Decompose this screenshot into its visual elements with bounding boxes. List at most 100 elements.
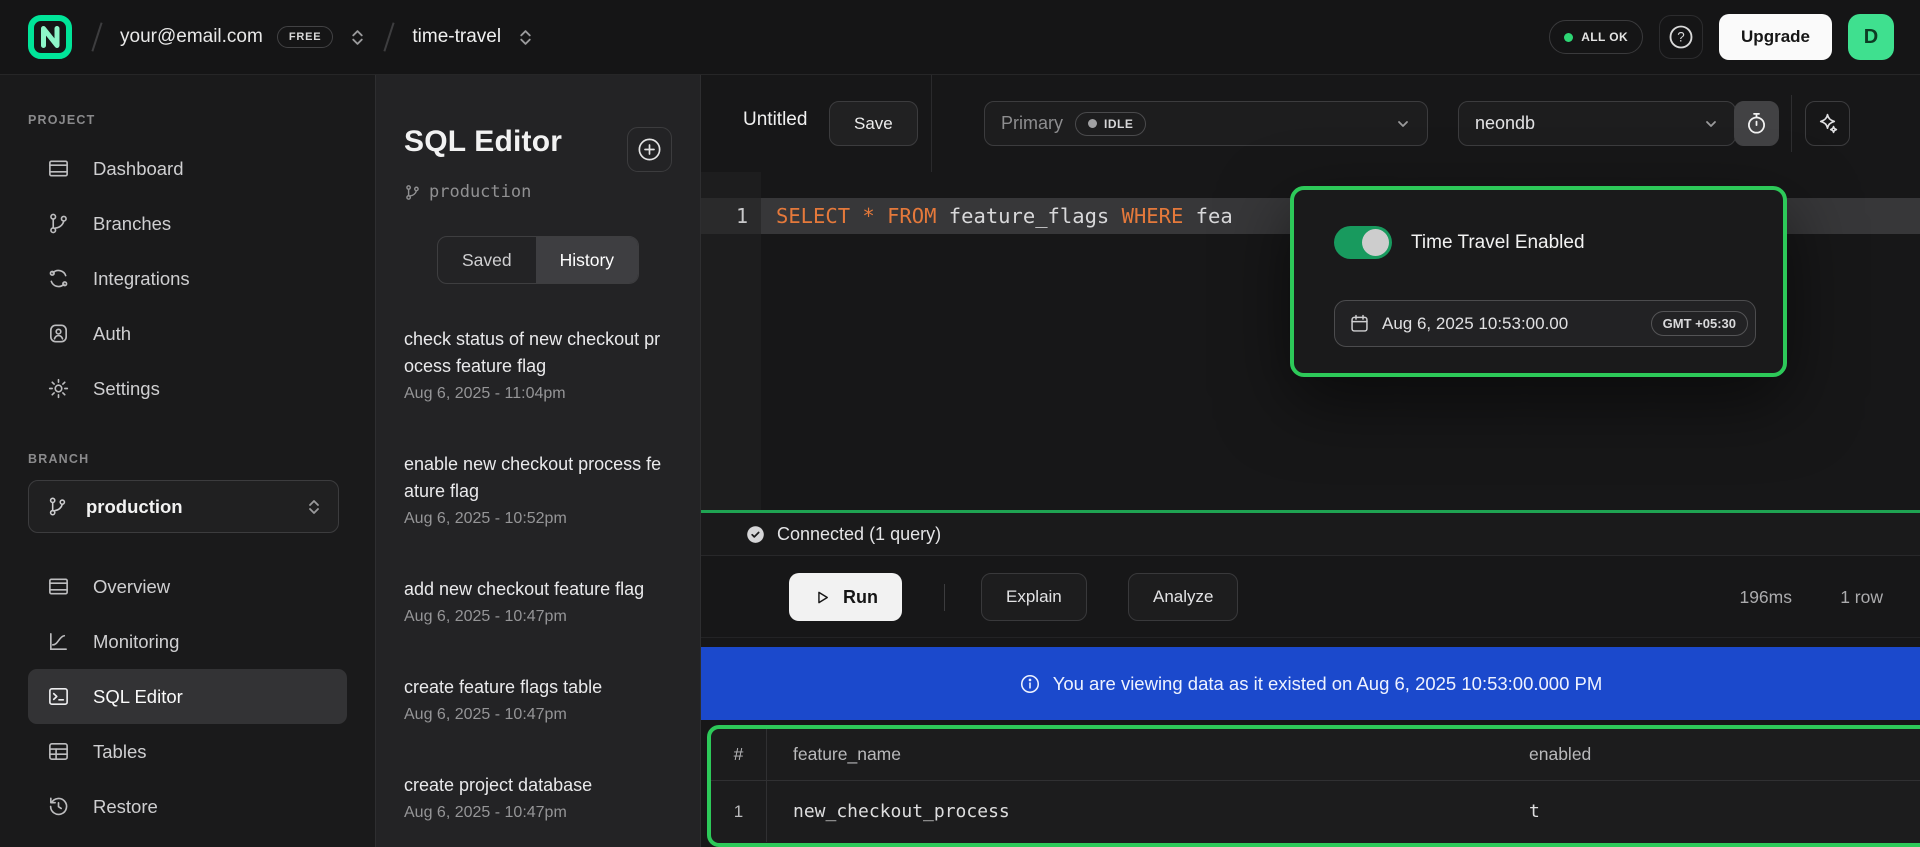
branch-icon — [47, 496, 68, 517]
chevron-down-icon — [1703, 116, 1719, 132]
neon-logo-icon[interactable] — [26, 13, 74, 61]
branch-selector[interactable]: production — [28, 480, 339, 533]
sql-token: * — [862, 204, 874, 228]
integrations-icon — [47, 267, 70, 290]
sidebar-item-dashboard[interactable]: Dashboard — [28, 141, 347, 196]
database-name: neondb — [1475, 113, 1535, 134]
time-travel-datetime-input[interactable]: Aug 6, 2025 10:53:00.00 GMT +05:30 — [1334, 300, 1756, 347]
breadcrumb-project[interactable]: time-travel — [412, 26, 501, 48]
saved-history-tabs: Saved History — [437, 236, 639, 284]
sql-token: FROM — [887, 204, 936, 228]
sidebar-item-integrations[interactable]: Integrations — [28, 251, 347, 306]
run-button[interactable]: Run — [789, 573, 902, 621]
idle-dot-icon — [1088, 119, 1097, 128]
system-status-pill[interactable]: ALL OK — [1549, 20, 1643, 54]
sidebar-item-label: Monitoring — [93, 631, 179, 653]
timezone-badge: GMT +05:30 — [1651, 311, 1748, 336]
info-icon — [1019, 673, 1041, 695]
sidebar-item-tables[interactable]: Tables — [28, 724, 347, 779]
terminal-icon — [47, 685, 70, 708]
history-item[interactable]: create feature flags table Aug 6, 2025 -… — [404, 674, 662, 724]
toolbar-divider — [931, 75, 932, 172]
sidebar-item-monitoring[interactable]: Monitoring — [28, 614, 347, 669]
sql-token — [875, 204, 887, 228]
history-item[interactable]: create project database Aug 6, 2025 - 10… — [404, 772, 662, 822]
chevron-down-icon — [1395, 116, 1411, 132]
analyze-button[interactable]: Analyze — [1128, 573, 1238, 621]
cell-row-index: 1 — [711, 781, 767, 842]
history-item[interactable]: add new checkout feature flag Aug 6, 202… — [404, 576, 662, 626]
run-toolbar-divider — [944, 584, 945, 611]
compute-selector[interactable]: Primary IDLE — [984, 101, 1428, 146]
time-travel-label: Time Travel Enabled — [1411, 232, 1585, 254]
history-item-timestamp: Aug 6, 2025 - 10:47pm — [404, 706, 662, 724]
top-header: your@email.com FREE time-travel ALL OK ?… — [0, 0, 1920, 75]
tab-history[interactable]: History — [536, 237, 638, 283]
branch-icon — [47, 212, 70, 235]
sidebar-item-label: Integrations — [93, 268, 190, 290]
history-item-title: create project database — [404, 772, 662, 799]
query-title[interactable]: Untitled — [743, 109, 807, 131]
plan-badge: FREE — [277, 26, 334, 48]
explain-button[interactable]: Explain — [981, 573, 1087, 621]
breadcrumb-separator — [384, 22, 395, 51]
time-travel-popup: Time Travel Enabled Aug 6, 2025 10:53:00… — [1290, 186, 1787, 377]
table-header-row: # feature_name enabled — [711, 729, 1920, 781]
history-item[interactable]: enable new checkout process feature flag… — [404, 451, 662, 528]
ai-sparkles-button[interactable] — [1805, 101, 1850, 146]
query-duration: 196ms — [1739, 556, 1792, 638]
database-selector[interactable]: neondb — [1458, 101, 1736, 146]
status-ok-dot-icon — [1564, 33, 1573, 42]
sidebar-item-settings[interactable]: Settings — [28, 361, 347, 416]
section-label-project: PROJECT — [28, 113, 375, 127]
sidebar-item-label: Auth — [93, 323, 131, 345]
history-item-timestamp: Aug 6, 2025 - 10:52pm — [404, 510, 662, 528]
new-query-button[interactable] — [627, 127, 672, 172]
time-travel-toggle[interactable] — [1334, 226, 1392, 259]
time-travel-button[interactable] — [1734, 101, 1779, 146]
run-label: Run — [843, 587, 878, 608]
sidebar-item-label: SQL Editor — [93, 686, 183, 708]
upgrade-button[interactable]: Upgrade — [1719, 14, 1832, 60]
history-item-timestamp: Aug 6, 2025 - 10:47pm — [404, 804, 662, 822]
user-avatar[interactable]: D — [1848, 14, 1894, 60]
history-item-title: check status of new checkout process fea… — [404, 326, 662, 380]
sidebar-item-sql-editor[interactable]: SQL Editor — [28, 669, 347, 724]
gear-icon — [47, 377, 70, 400]
column-header-feature-name: feature_name — [767, 744, 1529, 765]
tab-saved[interactable]: Saved — [438, 237, 536, 283]
toolbar-divider — [1791, 95, 1792, 152]
connection-status-bar: Connected (1 query) — [701, 513, 1920, 556]
svg-text:?: ? — [1677, 30, 1684, 45]
history-item-timestamp: Aug 6, 2025 - 11:04pm — [404, 385, 662, 403]
sidebar-item-restore[interactable]: Restore — [28, 779, 347, 834]
history-item[interactable]: check status of new checkout process fea… — [404, 326, 662, 403]
page-title: SQL Editor — [404, 125, 562, 159]
breadcrumb-separator — [91, 22, 102, 51]
history-item-title: create feature flags table — [404, 674, 662, 701]
datetime-value: Aug 6, 2025 10:53:00.00 — [1382, 314, 1639, 334]
project-switcher-chevrons-icon[interactable] — [517, 29, 534, 46]
toggle-knob — [1362, 229, 1389, 256]
connection-status-text: Connected (1 query) — [777, 524, 941, 545]
breadcrumb-account[interactable]: your@email.com — [120, 26, 263, 48]
account-switcher-chevrons-icon[interactable] — [349, 29, 366, 46]
left-sidebar: PROJECT Dashboard Branches Integrations … — [0, 75, 375, 847]
sidebar-item-label: Dashboard — [93, 158, 184, 180]
sidebar-item-branches[interactable]: Branches — [28, 196, 347, 251]
help-button[interactable]: ? — [1659, 15, 1703, 59]
column-header-enabled: enabled — [1529, 744, 1920, 765]
line-number: 1 — [701, 198, 761, 234]
sidebar-item-label: Branches — [93, 213, 171, 235]
save-button[interactable]: Save — [829, 101, 918, 146]
sidebar-item-auth[interactable]: Auth — [28, 306, 347, 361]
chevrons-up-down-icon — [306, 499, 322, 515]
sidebar-item-overview[interactable]: Overview — [28, 559, 347, 614]
sidebar-item-label: Restore — [93, 796, 158, 818]
browser-icon — [47, 575, 70, 598]
compute-status-label: IDLE — [1104, 117, 1133, 131]
sql-token: fea — [1183, 204, 1232, 228]
results-table: # feature_name enabled 1 new_checkout_pr… — [707, 725, 1920, 847]
time-travel-banner: You are viewing data as it existed on Au… — [701, 647, 1920, 720]
sql-token — [850, 204, 862, 228]
